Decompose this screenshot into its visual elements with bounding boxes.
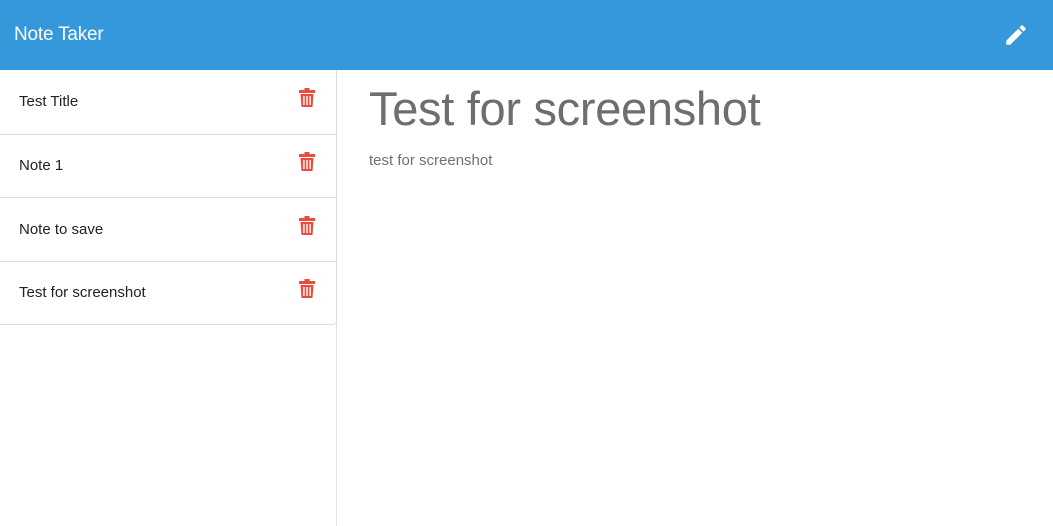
list-item[interactable]: Note to save [0,197,336,261]
trash-icon [299,279,315,299]
list-item[interactable]: Test Title [0,70,336,134]
pencil-icon [1006,25,1026,45]
sidebar: Test Title Note 1 Note to save Test for … [0,70,337,526]
list-item[interactable]: Test for screenshot [0,260,336,325]
navbar: Note Taker [0,0,1053,70]
note-title: Test for screenshot [19,284,146,302]
delete-note-button[interactable] [297,278,317,300]
note-title: Note to save [19,220,104,238]
trash-icon [299,215,315,235]
note-list: Test Title Note 1 Note to save Test for … [0,70,337,325]
note-title: Note 1 [19,157,64,175]
delete-note-button[interactable] [297,214,317,236]
note-title-field[interactable]: Test for screenshot [369,80,1021,138]
note-title: Test Title [19,93,79,111]
delete-note-button[interactable] [297,87,317,109]
delete-note-button[interactable] [297,151,317,173]
trash-icon [299,152,315,172]
note-text-area[interactable]: test for screenshot [369,152,1021,169]
note-editor: Test for screenshot test for screenshot [337,70,1053,526]
trash-icon [299,88,315,108]
new-note-button[interactable] [1001,20,1031,50]
brand-title[interactable]: Note Taker [14,24,104,46]
list-item[interactable]: Note 1 [0,133,336,198]
